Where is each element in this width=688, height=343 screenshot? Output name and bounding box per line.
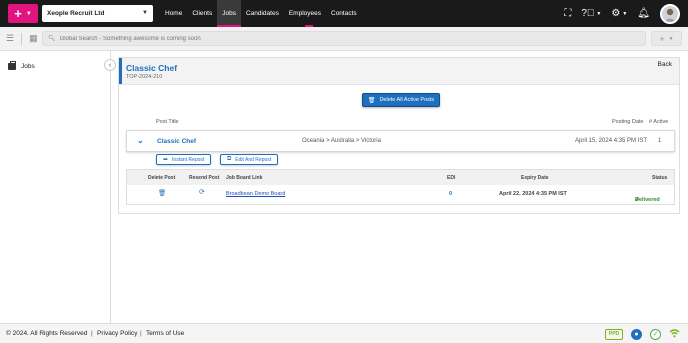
company-select-value: Xeople Recruit Ltd xyxy=(47,10,105,17)
trash-icon: 🗑︎ xyxy=(367,97,376,104)
settings-menu[interactable]: ⚙ ▼ xyxy=(611,8,627,19)
quick-add-button[interactable]: + ▼ xyxy=(651,31,682,46)
refresh-icon[interactable]: ⟳ xyxy=(199,188,205,196)
divider xyxy=(21,33,23,45)
avatar[interactable] xyxy=(660,3,680,24)
col-job-board-link: Job Board Link xyxy=(226,175,263,181)
fullscreen-icon[interactable]: ⛶ xyxy=(564,8,571,19)
top-right-icons: ⛶ ?⃝ ▼ ⚙ ▼ 🔔︎ xyxy=(564,0,680,27)
search-row: ☰ ▦ 🔍︎ + ▼ xyxy=(0,27,688,51)
nav-item-clients[interactable]: Clients xyxy=(187,0,217,27)
global-search[interactable]: 🔍︎ xyxy=(42,31,646,46)
bell-icon[interactable]: 🔔︎ xyxy=(637,8,650,19)
post-detail-table: Delete Post Resend Post Job Board Link E… xyxy=(126,169,675,205)
check-circle-icon[interactable]: ✓ xyxy=(650,328,661,340)
ppd-badge[interactable]: PPD xyxy=(605,328,623,340)
col-edi: EDI xyxy=(447,175,456,181)
job-code: TOP-2024-210 xyxy=(126,74,163,80)
wifi-glyph xyxy=(669,329,680,338)
chevron-down-icon: ▼ xyxy=(596,10,602,17)
sidebar: Jobs xyxy=(0,51,111,323)
view-toggle: ☰ ▦ xyxy=(6,33,38,45)
delete-all-posts-button[interactable]: 🗑︎ Delete All Active Posts xyxy=(362,93,440,107)
chevron-down-icon: ▼ xyxy=(25,10,32,17)
briefcase-icon xyxy=(8,61,16,70)
add-new-button[interactable]: + ▼ xyxy=(8,4,38,23)
nav-item-employees[interactable]: Employees xyxy=(284,0,326,27)
search-input[interactable] xyxy=(59,35,620,42)
footer-status-icons: PPD ● ✓ xyxy=(605,328,680,340)
plus-icon: + xyxy=(14,6,22,21)
chevron-down-icon: ▼ xyxy=(142,10,148,16)
col-posting-date: Posting Date xyxy=(612,119,644,125)
post-title: Classic Chef xyxy=(157,138,197,145)
collapse-sidebar-button[interactable]: ‹ xyxy=(104,59,116,71)
nav-item-contacts[interactable]: Contacts xyxy=(326,0,362,27)
posts-list-header: Post Title Posting Date # Active xyxy=(127,119,672,127)
external-link-icon: ⧉ xyxy=(227,156,232,162)
wifi-icon[interactable] xyxy=(669,328,680,340)
col-resend-post: Resend Post xyxy=(189,175,220,181)
post-row[interactable]: ⌄ Classic Chef Oceania > Australia > Vic… xyxy=(126,130,675,152)
nav-item-jobs[interactable]: Jobs xyxy=(217,0,241,27)
list-view-icon[interactable]: ☰ xyxy=(6,33,14,45)
chevron-down-icon: ▼ xyxy=(622,10,628,17)
edit-repost-label: Edit And Repost xyxy=(235,156,272,163)
job-board-link[interactable]: Broadbean Demo Board xyxy=(226,191,285,197)
terms-of-use-link[interactable]: Terms of Use xyxy=(146,330,184,337)
privacy-policy-link[interactable]: Privacy Policy xyxy=(97,330,137,337)
chevron-down-icon[interactable]: ⌄ xyxy=(137,136,144,145)
top-navbar: + ▼ Xeople Recruit Ltd ▼ Home Clients Jo… xyxy=(0,0,688,27)
user-photo-icon xyxy=(664,8,676,22)
edi-value: 0 xyxy=(449,191,453,197)
search-icon: 🔍︎ xyxy=(48,36,56,42)
post-location: Oceania > Australia > Victoria xyxy=(302,138,381,144)
sidebar-item-label: Jobs xyxy=(21,63,35,70)
nav-item-candidates[interactable]: Candidates xyxy=(241,0,284,27)
col-post-title: Post Title xyxy=(156,119,179,125)
copyright-text: © 2024. All Rights Reserved xyxy=(6,330,88,337)
instant-repost-button[interactable]: ➦ Instant Repost xyxy=(156,154,212,165)
chevron-left-icon: ‹ xyxy=(108,61,112,69)
grid-view-icon[interactable]: ▦ xyxy=(29,33,38,45)
check-icon: ✔ xyxy=(635,197,640,203)
plus-icon: + xyxy=(659,33,665,44)
back-button[interactable]: Back xyxy=(658,61,672,68)
job-postings-card: Classic Chef TOP-2024-210 Back 🗑︎ Delete… xyxy=(118,57,680,214)
delete-all-label: Delete All Active Posts xyxy=(379,97,435,103)
post-date: April 15, 2024 4:35 PM IST xyxy=(575,138,648,144)
help-menu[interactable]: ?⃝ ▼ xyxy=(581,8,601,19)
gear-icon: ⚙ xyxy=(611,8,621,19)
col-delete-post: Delete Post xyxy=(148,175,176,181)
table-header: Delete Post Resend Post Job Board Link E… xyxy=(127,170,674,185)
edit-repost-button[interactable]: ⧉ Edit And Repost xyxy=(220,154,279,165)
chevron-down-icon: ▼ xyxy=(668,35,674,42)
user-circle-icon[interactable]: ● xyxy=(631,328,642,340)
share-icon: ➦ xyxy=(163,157,169,163)
separator: | xyxy=(140,330,142,337)
company-select[interactable]: Xeople Recruit Ltd ▼ xyxy=(42,5,153,22)
table-row: 🗑︎ ⟳ Broadbean Demo Board 0 April 22, 20… xyxy=(127,185,674,204)
instant-repost-label: Instant Repost xyxy=(172,156,205,163)
delete-post-icon[interactable]: 🗑︎ xyxy=(158,189,166,197)
job-title: Classic Chef xyxy=(126,63,178,73)
sidebar-item-jobs[interactable]: Jobs xyxy=(8,61,35,70)
separator: | xyxy=(91,330,93,337)
col-status: Status xyxy=(652,175,668,181)
expiry-date-value: April 22, 2024 4:35 PM IST xyxy=(499,191,567,197)
nav-item-home[interactable]: Home xyxy=(160,0,187,27)
main-nav: Home Clients Jobs Candidates Employees C… xyxy=(160,0,362,27)
post-active-count: 1 xyxy=(658,138,662,144)
divider xyxy=(119,84,679,85)
card-header: Classic Chef TOP-2024-210 Back xyxy=(119,58,679,84)
col-expiry-date: Expiry Date xyxy=(521,175,549,181)
footer: © 2024. All Rights Reserved | Privacy Po… xyxy=(0,323,688,343)
help-icon: ?⃝ xyxy=(581,8,595,19)
col-active-count: # Active xyxy=(649,119,669,125)
